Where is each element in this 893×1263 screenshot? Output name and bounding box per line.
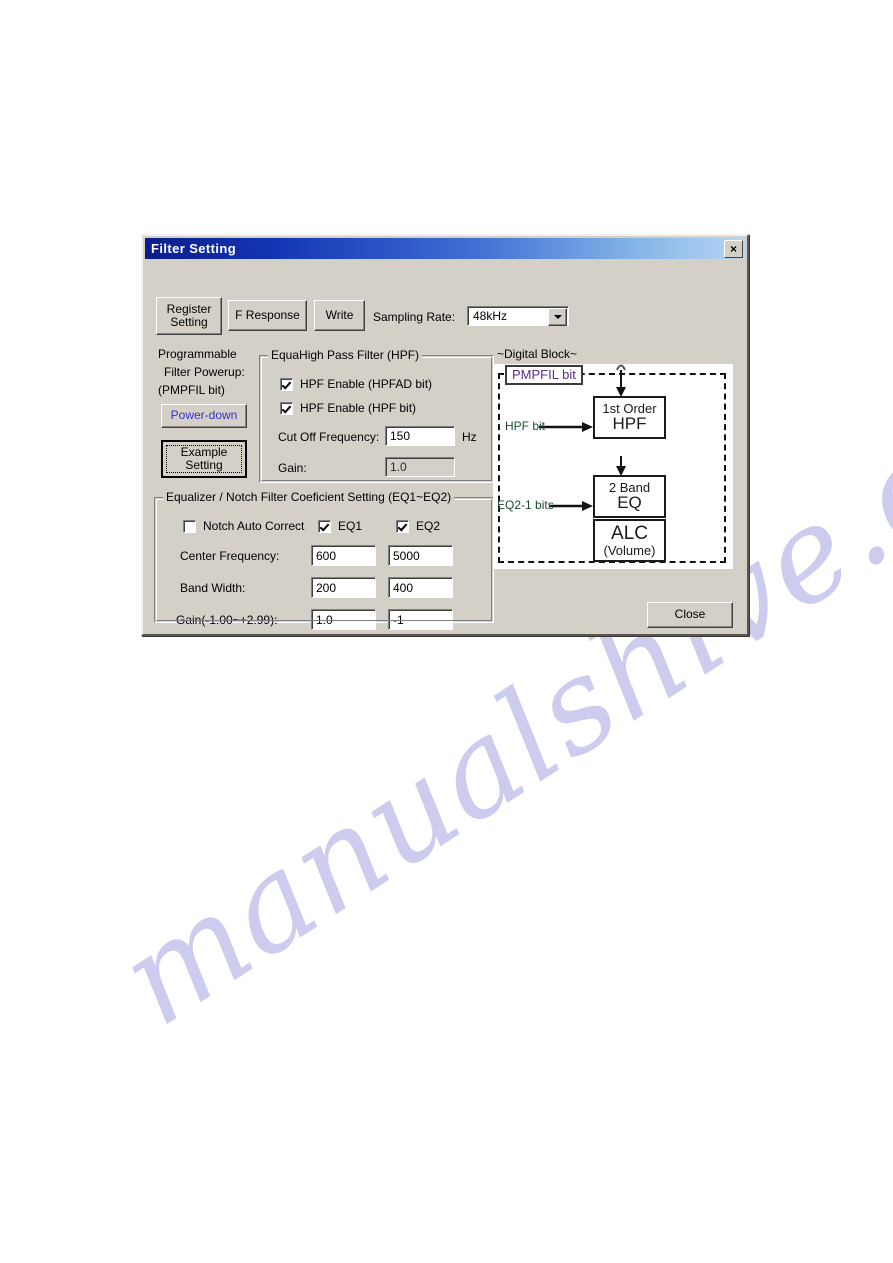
powerup-caption-line3: (PMPFIL bit) <box>158 383 225 397</box>
band-width-eq1-input[interactable]: 200 <box>311 577 376 598</box>
cutoff-frequency-unit: Hz <box>462 430 477 444</box>
chevron-down-icon[interactable] <box>548 308 567 326</box>
block-1st-order-hpf: 1st Order HPF <box>593 396 666 439</box>
checkbox-empty-icon <box>183 519 196 533</box>
block-alc-line1: ALC <box>611 522 648 544</box>
close-button[interactable]: Close <box>647 602 733 628</box>
hpf-gain-label: Gain: <box>278 461 307 475</box>
digital-block-diagram: PMPFIL bit HPF bit EQ2-1 bits 1st Order … <box>493 364 733 569</box>
eq-gain-eq2-input[interactable]: -1 <box>388 609 453 630</box>
checkbox-check-icon <box>396 519 409 533</box>
hpf-enable-hpf-checkbox[interactable]: HPF Enable (HPF bit) <box>280 401 416 415</box>
hpf-enable-hpfad-label: HPF Enable (HPFAD bit) <box>300 377 433 391</box>
checkbox-check-icon <box>318 519 331 533</box>
example-setting-label: Example Setting <box>180 444 228 472</box>
eq-gain-label: Gain(-1.00~+2.99): <box>176 613 278 627</box>
register-setting-button[interactable]: Register Setting <box>156 297 222 335</box>
page-root: manualshive.com Filter Setting × Registe… <box>0 0 893 1263</box>
f-response-button[interactable]: F Response <box>228 300 307 331</box>
hpf-enable-hpfad-checkbox[interactable]: HPF Enable (HPFAD bit) <box>280 377 432 391</box>
powerup-caption-line1: Programmable <box>158 347 237 361</box>
center-frequency-label: Center Frequency: <box>180 549 280 563</box>
filter-setting-dialog: Filter Setting × Register Setting F Resp… <box>141 234 749 636</box>
example-setting-button[interactable]: Example Setting <box>161 440 247 478</box>
band-width-label: Band Width: <box>180 581 246 595</box>
block-alc-volume: ALC (Volume) <box>593 519 666 562</box>
sampling-rate-value: 48kHz <box>473 309 508 323</box>
notch-auto-correct-checkbox[interactable]: Notch Auto Correct <box>183 519 304 533</box>
eq1-label: EQ1 <box>338 519 363 533</box>
notch-auto-correct-label: Notch Auto Correct <box>203 519 305 533</box>
cutoff-frequency-label: Cut Off Frequency: <box>278 430 380 444</box>
eq2-label: EQ2 <box>416 519 441 533</box>
block-alc-line2: (Volume) <box>603 542 656 558</box>
hpf-bit-signal-label: HPF bit <box>505 419 546 433</box>
digital-block-caption: ~Digital Block~ <box>497 347 578 361</box>
hpf-group-title: EquaHigh Pass Filter (HPF) <box>268 348 423 362</box>
close-icon[interactable]: × <box>724 240 743 258</box>
cutoff-frequency-input[interactable]: 150 <box>385 426 455 446</box>
power-down-button[interactable]: Power-down <box>161 404 247 428</box>
block-hpf-line2: HPF <box>612 414 647 434</box>
checkbox-check-icon <box>280 401 293 415</box>
block-eq-line1: 2 Band <box>608 479 651 495</box>
eq2-enable-checkbox[interactable]: EQ2 <box>396 519 440 533</box>
dialog-title: Filter Setting <box>151 241 237 256</box>
block-2-band-eq: 2 Band EQ <box>593 475 666 518</box>
write-button[interactable]: Write <box>314 300 365 331</box>
eq-gain-eq1-input[interactable]: 1.0 <box>311 609 376 630</box>
hpf-gain-input: 1.0 <box>385 457 455 477</box>
eq-notch-group-title: Equalizer / Notch Filter Coeficient Sett… <box>163 490 455 504</box>
hpf-enable-hpf-label: HPF Enable (HPF bit) <box>300 401 417 415</box>
center-frequency-eq2-input[interactable]: 5000 <box>388 545 453 566</box>
center-frequency-eq1-input[interactable]: 600 <box>311 545 376 566</box>
checkbox-check-icon <box>280 377 293 391</box>
sampling-rate-label: Sampling Rate: <box>373 310 456 324</box>
block-hpf-line1: 1st Order <box>602 400 657 416</box>
eq1-enable-checkbox[interactable]: EQ1 <box>318 519 362 533</box>
pmpfil-bit-label: PMPFIL bit <box>505 365 583 385</box>
block-eq-line2: EQ <box>617 493 642 513</box>
powerup-caption-line2: Filter Powerup: <box>164 365 245 379</box>
dialog-client-area: Register Setting F Response Write Sampli… <box>145 259 745 632</box>
band-width-eq2-input[interactable]: 400 <box>388 577 453 598</box>
hpf-groupbox: EquaHigh Pass Filter (HPF) HPF Enable (H… <box>259 348 494 483</box>
eq-notch-groupbox: Equalizer / Notch Filter Coeficient Sett… <box>154 490 494 630</box>
sampling-rate-select[interactable]: 48kHz <box>467 306 569 326</box>
dialog-titlebar[interactable]: Filter Setting × <box>145 238 745 259</box>
eq-bits-signal-label: EQ2-1 bits <box>497 498 554 512</box>
